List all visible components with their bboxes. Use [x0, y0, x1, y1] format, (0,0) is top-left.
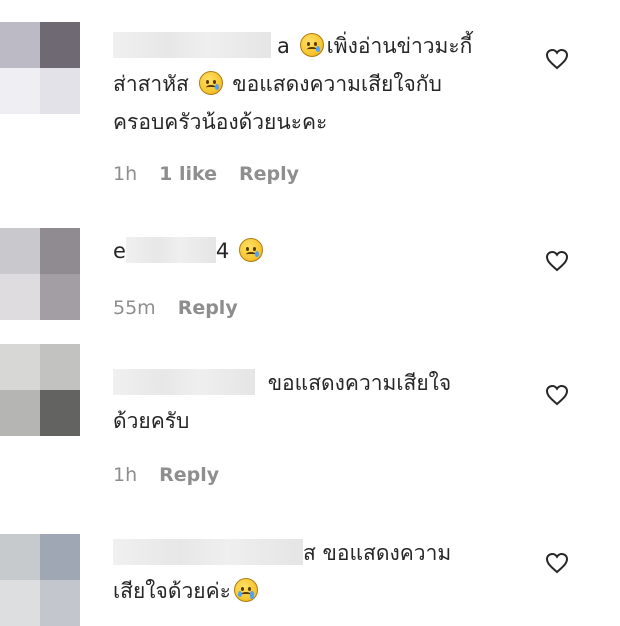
comment-text: ส ขอแสดงความ เสียใจด้วยค่ะ: [113, 539, 452, 603]
username[interactable]: [113, 32, 271, 58]
avatar[interactable]: [0, 534, 80, 626]
avatar[interactable]: [0, 22, 80, 114]
reply-button[interactable]: Reply: [159, 464, 219, 486]
heart-icon[interactable]: [545, 384, 569, 406]
username-fragment: 4: [215, 239, 230, 263]
heart-icon[interactable]: [545, 48, 569, 70]
reply-button[interactable]: Reply: [239, 163, 299, 185]
comment-meta: 1h Reply: [113, 464, 219, 486]
comment-time: 55m: [113, 297, 156, 319]
username[interactable]: [113, 539, 303, 565]
comment-meta: 55m Reply: [113, 297, 238, 319]
username[interactable]: [113, 369, 255, 395]
username-fragment: e: [113, 239, 126, 263]
sad-face-emoji-icon: [238, 238, 263, 262]
username[interactable]: [125, 237, 216, 263]
username-fragment: ส: [303, 541, 316, 565]
reply-button[interactable]: Reply: [178, 297, 238, 319]
sad-face-emoji-icon: [198, 71, 223, 95]
comment-time: 1h: [113, 464, 138, 486]
likes-count[interactable]: 1 like: [159, 163, 217, 185]
username-fragment: a: [277, 34, 290, 58]
comment-text: a เพิ่งอ่านข่าวมะกี้ ส่าสาหัส ขอแสดงความ…: [113, 32, 473, 134]
crying-face-emoji-icon: [233, 578, 258, 602]
comment-text: ขอแสดงความเสียใจ ด้วยครับ: [113, 369, 452, 433]
heart-icon[interactable]: [545, 250, 569, 272]
comment-time: 1h: [113, 163, 138, 185]
heart-icon[interactable]: [545, 552, 569, 574]
avatar[interactable]: [0, 344, 80, 436]
avatar[interactable]: [0, 228, 80, 320]
sad-face-emoji-icon: [299, 33, 324, 57]
comment-meta: 1h 1 like Reply: [113, 163, 299, 185]
comment-text: e4: [113, 232, 513, 270]
